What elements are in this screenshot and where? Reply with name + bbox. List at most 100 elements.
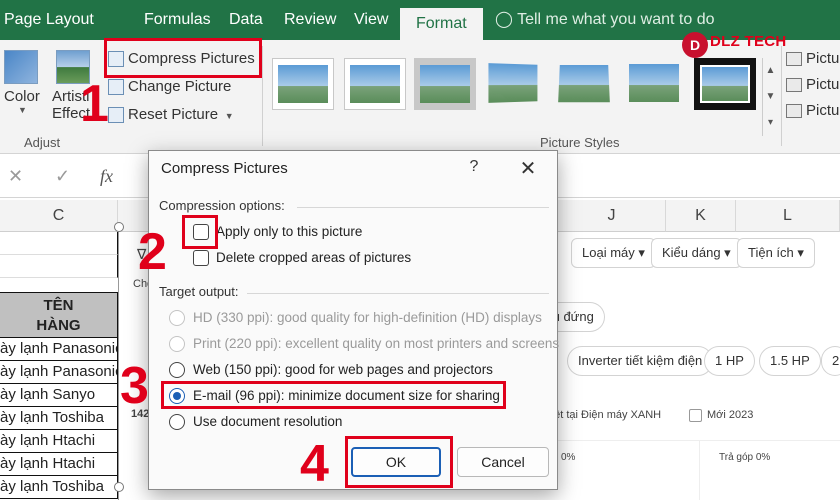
reset-picture-icon — [108, 107, 124, 123]
fx-icon[interactable]: fx — [100, 166, 113, 187]
chevron-down-icon: ▼ — [222, 111, 234, 121]
radio-hd[interactable] — [169, 310, 185, 326]
installment-text: 0% — [561, 452, 576, 463]
picture-effects-icon — [786, 78, 802, 92]
filter-kieu-dang: Kiểu dáng ▾ — [651, 238, 742, 268]
table-row[interactable]: ày lạnh Htachi — [0, 453, 118, 476]
tab-page-layout[interactable]: Page Layout — [4, 0, 94, 40]
option-print-label[interactable]: Print (220 ppi): excellent quality on mo… — [193, 336, 559, 351]
chip-inverter: Inverter tiết kiệm điện — [567, 346, 714, 376]
group-label-adjust: Adjust — [24, 135, 61, 150]
logo-text: DLZ TECH — [710, 33, 787, 50]
option-hd-label[interactable]: HD (330 ppi): good quality for high-defi… — [193, 310, 542, 325]
column-header-l[interactable]: L — [736, 200, 840, 232]
radio-document-resolution[interactable] — [169, 414, 185, 430]
picture-layout-icon — [786, 104, 802, 118]
cancel-icon[interactable]: ✕ — [8, 166, 23, 187]
close-icon[interactable]: ✕ — [517, 156, 539, 181]
tab-data[interactable]: Data — [229, 0, 263, 40]
delete-cropped-label[interactable]: Delete cropped areas of pictures — [216, 250, 411, 265]
cancel-button[interactable]: Cancel — [457, 447, 549, 477]
table-row[interactable]: ày lạnh Panasonic — [0, 338, 118, 361]
gallery-scroll[interactable]: ▲ ▼ ▾ — [762, 58, 778, 136]
tab-view[interactable]: View — [354, 0, 388, 40]
dlz-logo-mark-icon: D — [682, 32, 708, 58]
color-label: Color — [4, 88, 40, 105]
gallery-down-icon[interactable]: ▼ — [763, 84, 778, 110]
picture-style-thumb[interactable] — [624, 58, 686, 110]
option-document-resolution-label[interactable]: Use document resolution — [193, 414, 342, 429]
lightbulb-icon: ◯ — [495, 11, 513, 28]
target-output-label: Target output: — [159, 284, 239, 299]
enter-icon[interactable]: ✓ — [55, 166, 70, 187]
tab-review[interactable]: Review — [284, 0, 336, 40]
dialog-title: Compress Pictures — [161, 160, 288, 177]
picture-style-thumb[interactable] — [484, 58, 546, 110]
filter-tien-ich: Tiện ích ▾ — [737, 238, 815, 268]
picture-style-thumb[interactable] — [272, 58, 334, 110]
moi-2023-checkbox — [689, 409, 702, 422]
color-button[interactable]: Color ▼ — [4, 50, 44, 115]
divider — [699, 440, 700, 500]
picture-style-thumb[interactable] — [554, 58, 616, 110]
section-divider — [247, 293, 549, 294]
table-row[interactable]: ày lạnh Toshiba — [0, 476, 118, 499]
dlz-tech-logo: D DLZ TECH — [678, 26, 796, 66]
picture-effects-button[interactable]: Pictu — [786, 74, 840, 96]
gallery-more-icon[interactable]: ▾ — [763, 110, 778, 136]
sheet-cell[interactable] — [0, 255, 118, 278]
annotation-number-2: 2 — [138, 223, 167, 281]
radio-web[interactable] — [169, 362, 185, 378]
reset-picture-label: Reset Picture — [128, 106, 219, 123]
annotation-box-email — [161, 381, 506, 409]
installment-text: Trả góp 0% — [719, 452, 771, 463]
table-row[interactable]: ày lạnh Toshiba — [0, 407, 118, 430]
section-divider — [297, 207, 549, 208]
sheet-cell[interactable] — [0, 232, 118, 255]
column-header-c[interactable]: C — [0, 200, 118, 232]
column-header-j[interactable]: J — [558, 200, 666, 232]
change-picture-label: Change Picture — [128, 78, 232, 95]
annotation-number-3: 3 — [120, 357, 149, 415]
annotation-number-1: 1 — [80, 75, 109, 133]
table-header-ten-hang[interactable]: TÊN HÀNG — [0, 292, 118, 338]
picture-effects-label: Pictu — [806, 76, 840, 93]
column-header-k[interactable]: K — [666, 200, 736, 232]
picture-layout-label: Pictu — [806, 102, 840, 119]
annotation-number-4: 4 — [300, 435, 329, 493]
tab-formulas[interactable]: Formulas — [144, 0, 211, 40]
table-row[interactable]: ày lạnh Sanyo — [0, 384, 118, 407]
table-row[interactable]: ày lạnh Panasonic — [0, 361, 118, 384]
annotation-box-ok — [345, 436, 453, 488]
picture-resize-handle[interactable] — [114, 222, 124, 232]
reset-picture-button[interactable]: Reset Picture ▼ — [108, 102, 234, 128]
group-label-picture-styles: Picture Styles — [540, 135, 620, 150]
picture-resize-handle[interactable] — [114, 482, 124, 492]
header-line-1: TÊN — [43, 297, 74, 314]
option-web-label[interactable]: Web (150 ppi): good for web pages and pr… — [193, 362, 493, 377]
help-icon[interactable]: ? — [464, 158, 484, 176]
annotation-box-compress — [104, 38, 262, 78]
filter-loai-may: Loại máy ▾ — [571, 238, 656, 268]
picture-border-label: Pictu — [806, 50, 840, 67]
radio-print[interactable] — [169, 336, 185, 352]
apply-only-label[interactable]: Apply only to this picture — [216, 224, 362, 239]
annotation-box-apply-only — [182, 215, 218, 249]
tab-format[interactable]: Format — [400, 8, 483, 40]
moi-2023-text: Mới 2023 — [707, 409, 754, 421]
picture-style-thumb[interactable] — [414, 58, 476, 110]
header-line-2: HÀNG — [36, 317, 81, 334]
change-picture-icon — [108, 79, 124, 95]
chevron-down-icon: ▼ — [18, 105, 27, 115]
table-row[interactable]: ày lạnh Htachi — [0, 430, 118, 453]
picture-style-thumb[interactable] — [344, 58, 406, 110]
divider — [549, 440, 840, 441]
picture-layout-button[interactable]: Pictu — [786, 100, 840, 122]
color-icon — [4, 50, 38, 84]
group-separator — [262, 46, 263, 146]
compression-options-label: Compression options: — [159, 198, 285, 213]
chip-2: 2 — [821, 346, 840, 376]
chip-1-5hp: 1.5 HP — [759, 346, 821, 376]
delete-cropped-checkbox[interactable] — [193, 250, 209, 266]
chip-1hp: 1 HP — [704, 346, 755, 376]
